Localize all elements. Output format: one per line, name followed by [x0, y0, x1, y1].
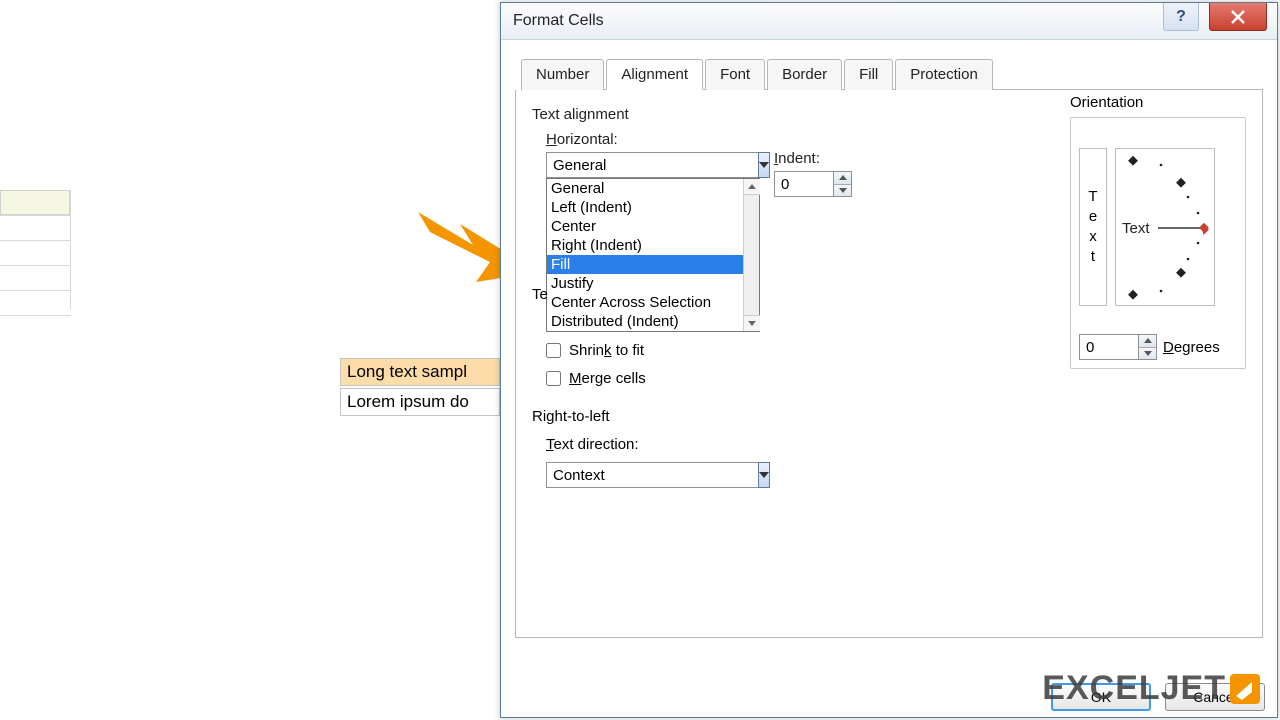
- merge-label: Merge cells: [569, 370, 646, 387]
- spin-up-icon[interactable]: [1139, 335, 1156, 348]
- horizontal-combo[interactable]: [546, 152, 758, 178]
- shrink-label: Shrink to fit: [569, 342, 644, 359]
- text-direction-combo[interactable]: [546, 462, 686, 488]
- indent-spinner[interactable]: [774, 171, 856, 197]
- text-control-label-partial: Te: [532, 286, 548, 303]
- orientation-horizontal-text: Text: [1122, 220, 1150, 237]
- orientation-dial[interactable]: Text: [1115, 148, 1215, 306]
- dropdown-option[interactable]: Justify: [547, 274, 743, 293]
- gridline: [0, 240, 71, 241]
- cell: [0, 190, 70, 215]
- dialog-tabs: Number Alignment Font Border Fill Protec…: [521, 58, 1263, 90]
- chevron-down-icon: [759, 472, 769, 478]
- right-to-left-label: Right-to-left: [532, 408, 610, 425]
- gridline: [0, 265, 71, 266]
- spreadsheet-background: Long text sampl Lorem ipsum do: [0, 0, 500, 720]
- format-cells-dialog: Format Cells ? Number Alignment Font Bor…: [500, 2, 1278, 718]
- indent-spin-buttons[interactable]: [834, 171, 852, 197]
- indent-label: Indent:: [774, 150, 856, 167]
- spin-up-icon[interactable]: [834, 172, 851, 185]
- dropdown-option-highlighted[interactable]: Fill: [547, 255, 743, 274]
- dialog-title: Format Cells: [513, 12, 604, 30]
- horizontal-dropdown-button[interactable]: [758, 152, 770, 178]
- tab-protection[interactable]: Protection: [895, 59, 993, 90]
- shrink-checkbox-input[interactable]: [546, 343, 561, 358]
- help-button[interactable]: ?: [1163, 3, 1199, 31]
- tab-border[interactable]: Border: [767, 59, 842, 90]
- degrees-label: Degrees: [1163, 339, 1220, 356]
- horizontal-input[interactable]: [546, 152, 758, 178]
- tab-font[interactable]: Font: [705, 59, 765, 90]
- watermark: EXCELJET: [1042, 669, 1262, 708]
- gridline: [70, 190, 71, 310]
- close-button[interactable]: [1209, 3, 1267, 31]
- dropdown-option[interactable]: Center: [547, 217, 743, 236]
- degrees-spin-buttons[interactable]: [1139, 334, 1157, 360]
- dropdown-option[interactable]: Right (Indent): [547, 236, 743, 255]
- orientation-group: Orientation T e x t Text: [1070, 94, 1246, 369]
- watermark-icon: [1228, 672, 1262, 706]
- dropdown-option[interactable]: Left (Indent): [547, 198, 743, 217]
- shrink-to-fit-checkbox[interactable]: Shrink to fit Shrink to fit: [546, 342, 644, 359]
- dropdown-option[interactable]: Distributed (Indent): [547, 312, 743, 331]
- text-direction-input[interactable]: [546, 462, 758, 488]
- spin-down-icon[interactable]: [1139, 348, 1156, 360]
- horizontal-dropdown-list[interactable]: General Left (Indent) Center Right (Inde…: [546, 178, 760, 332]
- orientation-label: Orientation: [1070, 94, 1246, 111]
- dropdown-scrollbar[interactable]: [743, 179, 759, 331]
- text-direction-label: Text direction:: [546, 436, 639, 453]
- dropdown-option[interactable]: Center Across Selection: [547, 293, 743, 312]
- gridline: [0, 315, 71, 316]
- watermark-text: EXCELJET: [1042, 669, 1226, 708]
- degrees-spinner[interactable]: [1079, 334, 1159, 360]
- scroll-down-icon[interactable]: [744, 315, 760, 331]
- text-direction-dropdown-button[interactable]: [758, 462, 770, 488]
- degrees-input[interactable]: [1079, 334, 1139, 360]
- gridline: [0, 290, 71, 291]
- spin-down-icon[interactable]: [834, 185, 851, 197]
- close-icon: [1230, 10, 1246, 24]
- dropdown-option[interactable]: General: [547, 179, 743, 198]
- sample-cell-selected[interactable]: Long text sampl: [340, 358, 500, 386]
- chevron-down-icon: [759, 162, 769, 168]
- indent-group: Indent: Indent:: [774, 148, 856, 197]
- merge-cells-checkbox[interactable]: Merge cells Merge cells: [546, 370, 646, 387]
- indent-input[interactable]: [774, 171, 834, 197]
- gridline: [0, 215, 71, 216]
- merge-checkbox-input[interactable]: [546, 371, 561, 386]
- dialog-titlebar[interactable]: Format Cells ?: [501, 3, 1277, 40]
- orientation-dial-icon: Text: [1116, 149, 1216, 307]
- scroll-up-icon[interactable]: [744, 179, 760, 195]
- orientation-vertical-text[interactable]: T e x t: [1079, 148, 1107, 306]
- orientation-frame: T e x t Text: [1070, 117, 1246, 369]
- tab-fill[interactable]: Fill: [844, 59, 893, 90]
- tab-alignment[interactable]: Alignment: [606, 59, 703, 90]
- sample-cell[interactable]: Lorem ipsum do: [340, 388, 500, 416]
- tab-number[interactable]: Number: [521, 59, 604, 90]
- alignment-panel: Text alignment HHorizontal:orizontal: Ge…: [515, 90, 1263, 638]
